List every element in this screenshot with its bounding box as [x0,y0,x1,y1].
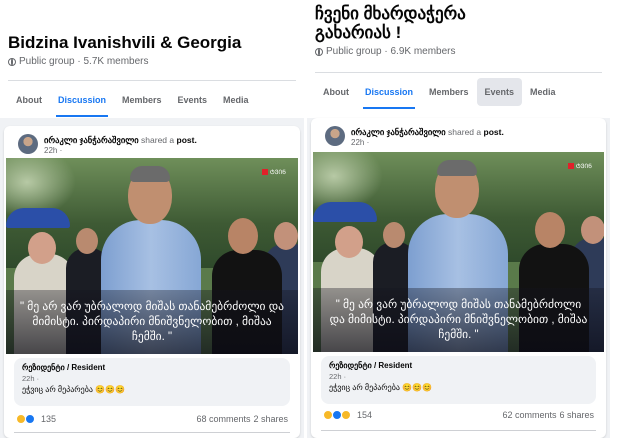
avatar[interactable] [18,134,38,154]
photo-quote: " მე არ ვარ უბრალოდ მიშას თანამებრძოლი დ… [6,290,298,354]
like-reaction-icon [25,414,35,424]
post-card: ირაკლი ჯანჭარაშვილი shared a post. 22h ·… [4,126,300,438]
photo-person-head [274,222,298,250]
comment-bubble: რეზიდენტი / Resident 22h · ეჭვიც არ მეპა… [321,356,596,404]
photo-main-person-hair [130,166,170,182]
group-meta-text: Public group · 6.9K members [326,46,456,57]
comment-author[interactable]: რეზიდენტი / Resident [329,361,588,370]
tv-logo-text: ᲢᲕᲘᲜ [575,164,592,170]
reaction-summary[interactable]: 135 [16,414,56,424]
post-stats: 62 comments 6 shares [502,410,594,420]
post-author[interactable]: ირაკლი ჯანჭარაშვილი [44,135,139,145]
post-author[interactable]: ირაკლი ჯანჭარაშვილი [351,127,446,137]
post-author-line: ირაკლი ჯანჭარაშვილი shared a post. [351,127,504,138]
photo-person-head [535,212,565,248]
photo-person-head [76,228,98,254]
shares-count[interactable]: 6 shares [559,410,594,420]
post-time[interactable]: 22h · [44,146,62,155]
tv-logo-mark-icon [567,163,574,169]
tab-media[interactable]: Media [215,86,257,114]
group-meta: Public group · 6.9K members [315,46,456,57]
post-link[interactable]: post. [484,127,504,137]
header-divider [315,72,602,73]
avatar[interactable] [325,126,345,146]
photo-person-head [228,218,258,254]
header-divider [8,80,296,81]
photo-person-head [335,226,363,258]
reaction-count: 154 [357,410,373,420]
post-time[interactable]: 22h · [351,138,369,147]
reaction-count: 135 [41,414,57,424]
post-author-line: ირაკლი ჯანჭარაშვილი shared a post. [44,135,197,146]
comment-bubble: რეზიდენტი / Resident 22h · ეჭვიც არ მეპა… [14,358,290,406]
photo-umbrella [313,202,377,222]
group-panel-left: Bidzina Ivanishvili & Georgia Public gro… [0,0,304,438]
photo-person-head [28,232,56,264]
shares-count[interactable]: 2 shares [253,414,288,424]
tab-events[interactable]: Events [170,86,216,114]
photo-umbrella [6,208,70,228]
tv-logo-text: ᲢᲕᲘᲜ [269,170,286,176]
tab-discussion[interactable]: Discussion [357,78,421,109]
group-header: ჩვენი მხარდაჭერა გახარიას ! Public group… [307,0,610,118]
group-header: Bidzina Ivanishvili & Georgia Public gro… [0,0,304,118]
tv-logo-mark-icon [261,169,268,175]
globe-icon [315,47,323,56]
post-link[interactable]: post. [177,135,197,145]
group-name[interactable]: ჩვენი მხარდაჭერა გახარიას ! [315,4,545,42]
photo-person-head [581,216,604,244]
globe-icon [8,57,16,66]
tab-members[interactable]: Members [114,86,170,114]
tab-media[interactable]: Media [522,78,564,106]
post-card: ირაკლი ჯანჭარაშვილი shared a post. 22h ·… [311,118,606,438]
comment-text: ეჭვიც არ მეპარება 😊😊😊 [22,385,126,394]
card-divider [321,430,596,431]
tab-about[interactable]: About [8,86,50,114]
tab-members[interactable]: Members [421,78,477,106]
tv-logo: ᲢᲕᲘᲜ [567,162,592,170]
tab-events[interactable]: Events [476,78,523,106]
comment-time[interactable]: 22h · [22,374,282,383]
group-tabs: About Discussion Members Events Media [315,78,602,109]
post-action: shared a [448,127,482,137]
reaction-summary[interactable]: 154 [323,410,372,420]
group-panel-right: ჩვენი მხარდაჭერა გახარიას ! Public group… [307,0,610,438]
post-stats: 68 comments 2 shares [196,414,288,424]
card-divider [14,432,290,433]
post-photo[interactable]: ᲢᲕᲘᲜ " მე არ ვარ უბრალოდ მიშას თანამებრძ… [6,158,298,354]
comments-count[interactable]: 68 comments [196,414,250,424]
group-meta-text: Public group · 5.7K members [19,56,149,67]
tv-logo: ᲢᲕᲘᲜ [261,168,286,176]
group-name[interactable]: Bidzina Ivanishvili & Georgia [8,33,241,53]
group-tabs: About Discussion Members Events Media [8,86,296,117]
photo-main-person-hair [437,160,477,176]
group-meta: Public group · 5.7K members [8,56,149,67]
photo-person-head [383,222,405,248]
comment-text: ეჭვიც არ მეპარება 😊😊😊 [329,383,433,392]
post-photo[interactable]: ᲢᲕᲘᲜ " მე არ ვარ უბრალოდ მიშას თანამებრძ… [313,152,604,352]
photo-quote: " მე არ ვარ უბრალოდ მიშას თანამებრძოლი დ… [313,288,604,352]
comment-time[interactable]: 22h · [329,372,588,381]
tab-discussion[interactable]: Discussion [50,86,114,117]
comments-count[interactable]: 62 comments [502,410,556,420]
post-action: shared a [141,135,175,145]
tab-about[interactable]: About [315,78,357,106]
comment-author[interactable]: რეზიდენტი / Resident [22,363,282,372]
wow-reaction-icon [341,410,351,420]
